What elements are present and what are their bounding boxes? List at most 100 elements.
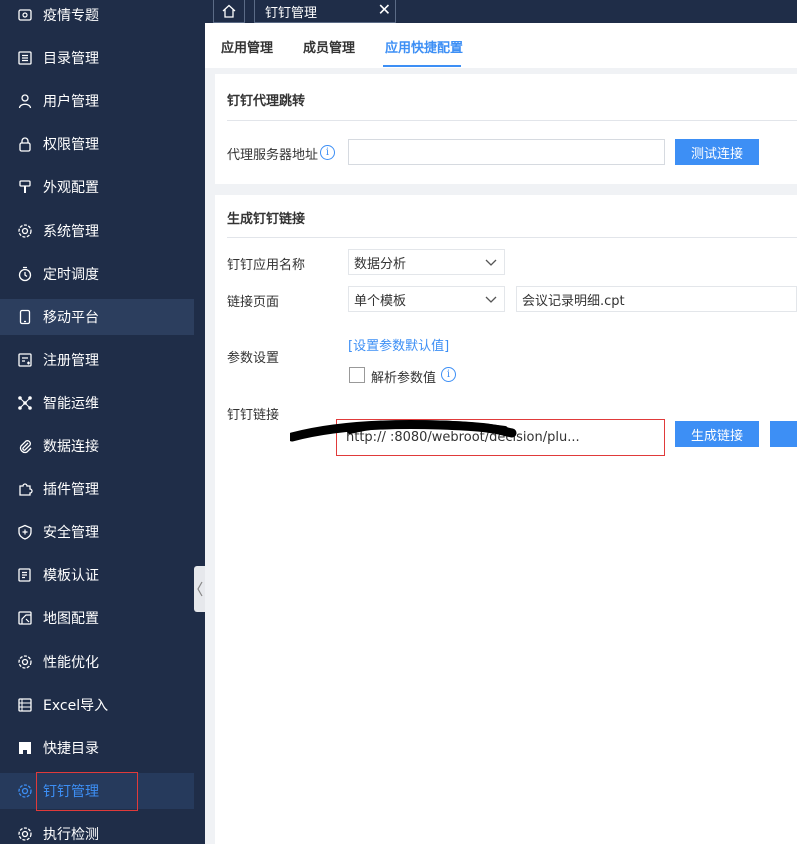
app-name-select[interactable]: 数据分析: [348, 249, 505, 275]
app-name-value: 数据分析: [354, 256, 407, 272]
sidebar-item[interactable]: 注册管理: [0, 342, 194, 378]
sidebar-item[interactable]: 疫情专题: [0, 0, 194, 33]
home-tab[interactable]: [213, 0, 245, 23]
sidebar-item-label: 插件管理: [43, 482, 99, 498]
list-icon: [17, 50, 33, 66]
sidebar-item-label: 安全管理: [43, 525, 99, 541]
page-type-value: 单个模板: [354, 293, 407, 309]
sidebar-item-label: 定时调度: [43, 267, 99, 283]
info-icon[interactable]: i: [320, 145, 335, 160]
excel-icon: [17, 697, 33, 713]
sidebar-item-label: 移动平台: [43, 310, 99, 326]
mobile-icon: [17, 309, 33, 325]
proxy-panel: 钉钉代理跳转 代理服务器地址 i 测试连接: [215, 74, 797, 184]
user-icon: [17, 93, 33, 109]
home-icon: [222, 4, 236, 18]
proxy-server-input[interactable]: [348, 139, 665, 165]
top-tab-bar: 钉钉管理 ✕: [205, 0, 797, 23]
divider: [227, 120, 797, 121]
sidebar-item[interactable]: 地图配置: [0, 600, 194, 636]
gear-icon: [17, 826, 33, 842]
sidebar-item[interactable]: Excel导入: [0, 687, 194, 723]
sidebar-collapse-handle[interactable]: [194, 566, 205, 612]
sidebar-item[interactable]: 智能运维: [0, 385, 194, 421]
timer-icon: [17, 266, 33, 282]
link-panel-title: 生成钉钉链接: [227, 212, 306, 227]
sidebar-item[interactable]: 插件管理: [0, 471, 194, 507]
template-icon: [17, 567, 33, 583]
sidebar-item-label: 权限管理: [43, 137, 99, 153]
redaction-scribble: [290, 420, 517, 442]
sidebar-item-label: 外观配置: [43, 180, 99, 196]
sidebar-item-label: 模板认证: [43, 568, 99, 584]
param-settings-label: 参数设置: [227, 351, 280, 366]
sidebar-item[interactable]: 执行检测: [0, 816, 194, 844]
sub-tab-bar: 应用管理 成员管理 应用快捷配置: [205, 23, 797, 68]
generate-link-button[interactable]: 生成链接: [675, 421, 759, 447]
divider: [227, 237, 797, 238]
sidebar: 疫情专题目录管理用户管理权限管理外观配置系统管理定时调度移动平台注册管理智能运维…: [0, 0, 205, 844]
paperclip-icon: [17, 438, 33, 454]
sidebar-item[interactable]: 移动平台: [0, 299, 194, 335]
set-param-defaults-link[interactable]: [设置参数默认值]: [348, 335, 449, 354]
gear-icon: [17, 223, 33, 239]
dingtalk-link-label: 钉钉链接: [227, 408, 280, 423]
sidebar-item-label: 系统管理: [43, 224, 99, 240]
app-name-label: 钉钉应用名称: [227, 258, 306, 273]
sidebar-item-label: 数据连接: [43, 439, 99, 455]
sidebar-item[interactable]: 系统管理: [0, 213, 194, 249]
sidebar-item-label: 目录管理: [43, 51, 99, 67]
sidebar-item[interactable]: 目录管理: [0, 40, 194, 76]
sidebar-item[interactable]: 用户管理: [0, 83, 194, 119]
chevron-down-icon: [485, 296, 497, 303]
parse-params-checkbox[interactable]: [349, 367, 365, 383]
test-connection-button[interactable]: 测试连接: [675, 139, 759, 165]
proxy-panel-title: 钉钉代理跳转: [227, 94, 306, 109]
sidebar-item[interactable]: 权限管理: [0, 126, 194, 162]
template-input[interactable]: 会议记录明细.cpt: [516, 286, 797, 312]
gear-icon: [17, 654, 33, 670]
sidebar-item[interactable]: 快捷目录: [0, 730, 194, 766]
parse-params-label: 解析参数值: [371, 371, 437, 386]
sidebar-item-label: 智能运维: [43, 396, 99, 412]
extra-action-button[interactable]: [770, 421, 797, 447]
proxy-server-label: 代理服务器地址: [227, 148, 319, 163]
shield-icon: [17, 524, 33, 540]
gear-icon: [17, 783, 33, 799]
sidebar-item[interactable]: 数据连接: [0, 428, 194, 464]
sidebar-item-label: 性能优化: [43, 655, 99, 671]
puzzle-icon: [17, 481, 33, 497]
epidemic-icon: [17, 7, 33, 23]
sidebar-item-label: 注册管理: [43, 353, 99, 369]
info-icon[interactable]: i: [441, 367, 456, 382]
sidebar-item-label: 地图配置: [43, 611, 99, 627]
sidebar-item-label: 用户管理: [43, 94, 99, 110]
sidebar-item[interactable]: 外观配置: [0, 169, 194, 205]
network-icon: [17, 395, 33, 411]
sidebar-item[interactable]: 定时调度: [0, 256, 194, 292]
sidebar-item-label: Excel导入: [43, 698, 109, 714]
link-panel: 生成钉钉链接 钉钉应用名称 数据分析 链接页面 单个模板 会议记录明细.cpt …: [215, 195, 797, 844]
tab-app-management[interactable]: 应用管理: [221, 37, 273, 56]
page-type-select[interactable]: 单个模板: [348, 286, 505, 312]
sidebar-item-label: 快捷目录: [43, 741, 99, 757]
tab-dingtalk-management[interactable]: 钉钉管理 ✕: [254, 0, 396, 23]
chevron-down-icon: [485, 259, 497, 266]
main-content: 应用管理 成员管理 应用快捷配置 钉钉代理跳转 代理服务器地址 i 测试连接 生…: [205, 23, 797, 844]
register-icon: [17, 352, 33, 368]
shortcut-icon: [17, 740, 33, 756]
highlight-box: [36, 772, 138, 811]
close-icon[interactable]: ✕: [378, 0, 391, 20]
lock-icon: [17, 136, 33, 152]
map-icon: [17, 610, 33, 626]
brush-icon: [17, 179, 33, 195]
tab-member-management[interactable]: 成员管理: [303, 37, 355, 56]
sidebar-item[interactable]: 安全管理: [0, 514, 194, 550]
sidebar-item[interactable]: 模板认证: [0, 557, 194, 593]
sidebar-item[interactable]: 性能优化: [0, 644, 194, 680]
link-page-label: 链接页面: [227, 295, 280, 310]
tab-label: 钉钉管理: [265, 5, 318, 21]
sidebar-item-label: 执行检测: [43, 827, 99, 843]
tab-app-quick-config[interactable]: 应用快捷配置: [385, 37, 463, 56]
sidebar-item-label: 疫情专题: [43, 8, 99, 24]
